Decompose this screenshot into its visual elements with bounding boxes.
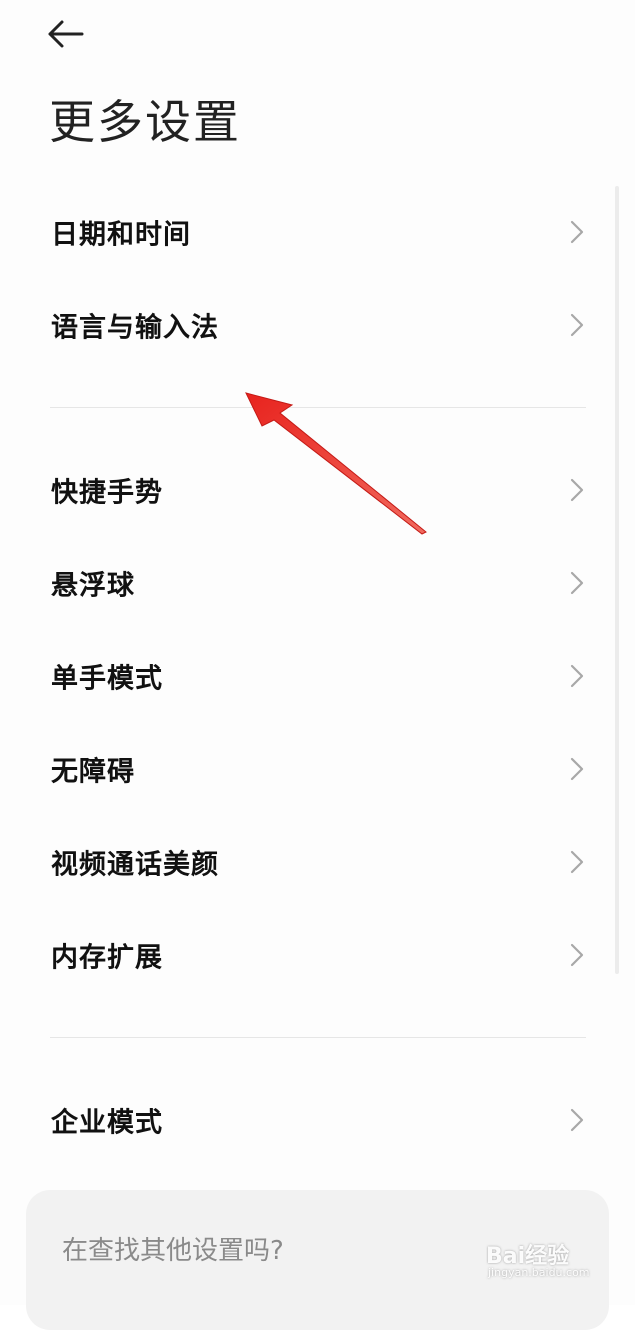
chevron-right-icon: [570, 220, 584, 244]
arrow-left-icon: [48, 20, 84, 48]
page-title: 更多设置: [49, 95, 241, 149]
list-item-label: 企业模式: [51, 1107, 163, 1139]
list-item-label: 日期和时间: [51, 219, 191, 251]
list-item-video-call-beauty[interactable]: 视频通话美颜: [0, 830, 635, 894]
list-item-label: 单手模式: [51, 663, 163, 695]
back-button[interactable]: [44, 14, 88, 54]
chevron-right-icon: [570, 850, 584, 874]
chevron-right-icon: [570, 571, 584, 595]
list-item-label: 无障碍: [51, 756, 135, 788]
list-item-language-input[interactable]: 语言与输入法: [0, 293, 635, 357]
watermark-url: jingyan.baidu.com: [488, 1266, 590, 1279]
divider: [50, 1037, 586, 1038]
chevron-right-icon: [570, 313, 584, 337]
list-item-label: 内存扩展: [51, 942, 163, 974]
more-settings-page: 更多设置 日期和时间 语言与输入法 快捷手势 悬浮球 单手模式 无障碍 视频通话…: [0, 0, 635, 1330]
chevron-right-icon: [570, 757, 584, 781]
divider: [50, 407, 586, 408]
list-item-floating-ball[interactable]: 悬浮球: [0, 551, 635, 615]
chevron-right-icon: [570, 943, 584, 967]
chevron-right-icon: [570, 664, 584, 688]
chevron-right-icon: [570, 478, 584, 502]
list-item-one-hand-mode[interactable]: 单手模式: [0, 644, 635, 708]
list-item-label: 视频通话美颜: [51, 849, 219, 881]
list-item-label: 快捷手势: [51, 477, 163, 509]
baidu-jingyan-watermark: Bai经验 jingyan.baidu.com: [486, 1232, 606, 1282]
list-item-label: 悬浮球: [51, 570, 135, 602]
search-card-text: 在查找其他设置吗?: [62, 1236, 284, 1266]
list-item-accessibility[interactable]: 无障碍: [0, 737, 635, 801]
list-item-memory-extension[interactable]: 内存扩展: [0, 923, 635, 987]
list-item-enterprise-mode[interactable]: 企业模式: [0, 1088, 635, 1152]
chevron-right-icon: [570, 1108, 584, 1132]
list-item-quick-gestures[interactable]: 快捷手势: [0, 458, 635, 522]
list-item-label: 语言与输入法: [51, 312, 219, 344]
list-item-date-time[interactable]: 日期和时间: [0, 200, 635, 264]
